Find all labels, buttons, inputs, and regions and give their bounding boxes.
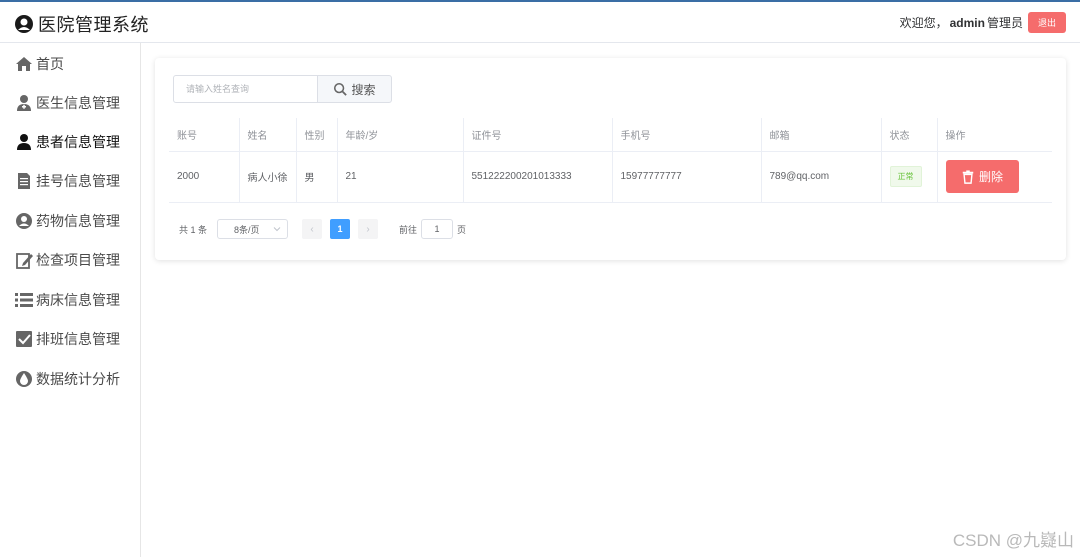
chevron-down-icon <box>273 227 281 232</box>
cell-gender: 男 <box>296 151 338 203</box>
sidebar-item-label: 数据统计分析 <box>36 371 120 387</box>
sidebar-item-statistics[interactable]: 数据统计分析 <box>14 368 120 390</box>
column-header: 性别 <box>296 118 338 152</box>
cell-actions: 删除 <box>937 151 1052 203</box>
sidebar-item-label: 检查项目管理 <box>36 252 120 268</box>
sidebar-item-home[interactable]: 首页 <box>14 53 64 75</box>
search-icon <box>334 82 348 96</box>
edit-icon <box>16 253 33 269</box>
app-title: 医院管理系统 <box>38 15 149 35</box>
sidebar-item-label: 挂号信息管理 <box>36 173 120 189</box>
sidebar-item-label: 患者信息管理 <box>36 134 120 150</box>
column-header: 操作 <box>937 118 1052 152</box>
status-badge: 正常 <box>889 166 922 187</box>
patient-table: 账号 姓名 性别 年龄/岁 证件号 手机号 邮箱 状态 操作 2000 病人小徐… <box>169 118 1052 203</box>
doctor-icon <box>17 95 31 111</box>
sidebar-item-patients[interactable]: 患者信息管理 <box>14 131 120 153</box>
column-header: 账号 <box>169 118 240 152</box>
sidebar-item-label: 病床信息管理 <box>36 292 120 308</box>
checkbox-icon <box>16 331 32 347</box>
logo-icon <box>15 15 33 33</box>
next-page-button[interactable]: › <box>358 219 379 239</box>
welcome-text: 欢迎您， <box>899 16 948 30</box>
patient-icon <box>17 134 31 150</box>
cell-name: 病人小徐 <box>239 151 297 203</box>
sidebar-item-medicine[interactable]: 药物信息管理 <box>14 210 120 232</box>
cell-phone: 15977777777 <box>612 151 762 203</box>
delete-button[interactable]: 删除 <box>945 160 1019 193</box>
medicine-icon <box>16 213 32 229</box>
delete-button-label: 删除 <box>978 170 1003 184</box>
sidebar-item-label: 医生信息管理 <box>36 95 120 111</box>
table-row: 2000 病人小徐 男 21 551222200201013333 159777… <box>169 151 1052 203</box>
drop-icon <box>16 371 32 387</box>
watermark: CSDN @九嶷山 <box>952 531 1074 550</box>
home-icon <box>16 57 32 71</box>
sidebar-item-doctors[interactable]: 医生信息管理 <box>14 92 120 114</box>
page-size-value: 8条/页 <box>234 224 260 235</box>
logout-button[interactable]: 退出 <box>1027 12 1066 33</box>
top-header: 医院管理系统 欢迎您， admin 管理员 退出 <box>0 0 1080 43</box>
column-header: 邮箱 <box>761 118 882 152</box>
sidebar-item-beds[interactable]: 病床信息管理 <box>14 289 120 311</box>
column-header: 证件号 <box>463 118 613 152</box>
trash-icon <box>962 169 974 184</box>
sidebar: 首页 医生信息管理 患者信息管理 挂号信息管理 药物信息管理 检查项目管理 病床… <box>0 43 141 557</box>
pagination: 共 1 条 8条/页 ‹ 1 › 前往 页 <box>179 219 466 239</box>
page-size-select[interactable]: 8条/页 <box>217 219 289 239</box>
cell-id-number: 551222200201013333 <box>463 151 613 203</box>
username: admin <box>949 15 985 30</box>
document-icon <box>18 173 30 189</box>
cell-status: 正常 <box>881 151 938 203</box>
sidebar-item-label: 排班信息管理 <box>36 331 120 347</box>
app-logo: 医院管理系统 <box>14 11 149 37</box>
page-suffix: 页 <box>457 224 467 235</box>
prev-page-button[interactable]: ‹ <box>302 219 323 239</box>
cell-email: 789@qq.com <box>761 151 882 203</box>
goto-label: 前往 <box>399 224 418 235</box>
table-header-row: 账号 姓名 性别 年龄/岁 证件号 手机号 邮箱 状态 操作 <box>169 118 1052 152</box>
page-number-current[interactable]: 1 <box>330 219 351 239</box>
column-header: 姓名 <box>239 118 297 152</box>
search-input[interactable] <box>173 75 318 103</box>
sidebar-item-schedule[interactable]: 排班信息管理 <box>14 328 120 350</box>
user-role: 管理员 <box>986 16 1023 30</box>
patient-card: 搜索 账号 姓名 性别 年龄/岁 证件号 手机号 邮箱 状态 操作 2000 病… <box>155 58 1066 260</box>
column-header: 年龄/岁 <box>337 118 464 152</box>
goto-page-input[interactable] <box>421 219 454 239</box>
sidebar-item-label: 药物信息管理 <box>36 213 120 229</box>
cell-account: 2000 <box>169 151 240 203</box>
sidebar-item-label: 首页 <box>36 56 64 72</box>
column-header: 状态 <box>881 118 938 152</box>
cell-age: 21 <box>337 151 464 203</box>
user-info: 欢迎您， admin 管理员 退出 <box>900 12 1066 33</box>
sidebar-item-registration[interactable]: 挂号信息管理 <box>14 170 120 192</box>
search-button[interactable]: 搜索 <box>317 75 392 103</box>
list-icon <box>15 293 33 307</box>
column-header: 手机号 <box>612 118 762 152</box>
total-count: 共 1 条 <box>179 224 208 235</box>
search-button-label: 搜索 <box>351 82 376 97</box>
sidebar-item-exams[interactable]: 检查项目管理 <box>14 249 120 271</box>
